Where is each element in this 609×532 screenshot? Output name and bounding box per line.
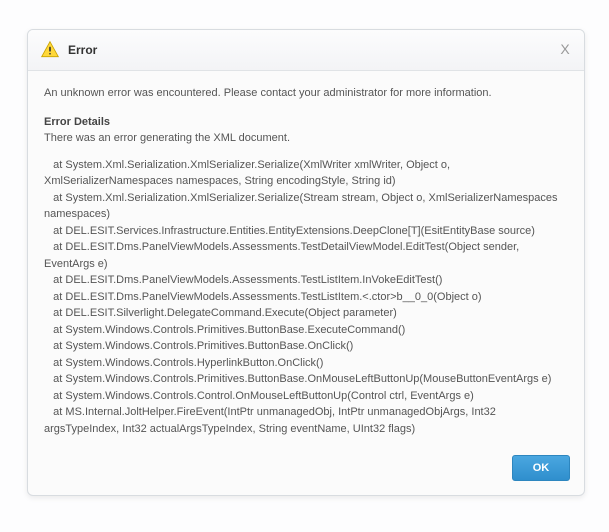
warning-icon — [40, 40, 60, 60]
dialog-titlebar: Error X — [28, 30, 584, 71]
stack-trace: at System.Xml.Serialization.XmlSerialize… — [44, 157, 568, 438]
dialog-title: Error — [68, 43, 97, 57]
stack-trace-text: at System.Xml.Serialization.XmlSerialize… — [44, 157, 568, 438]
dialog-body: An unknown error was encountered. Please… — [28, 71, 584, 445]
error-intro: An unknown error was encountered. Please… — [44, 85, 568, 102]
error-details-message: There was an error generating the XML do… — [44, 130, 568, 147]
dialog-footer: OK — [28, 445, 584, 495]
ok-button[interactable]: OK — [512, 455, 570, 481]
close-button[interactable]: X — [556, 40, 574, 58]
error-details-heading: Error Details — [44, 114, 568, 131]
error-dialog: Error X An unknown error was encountered… — [27, 29, 585, 496]
